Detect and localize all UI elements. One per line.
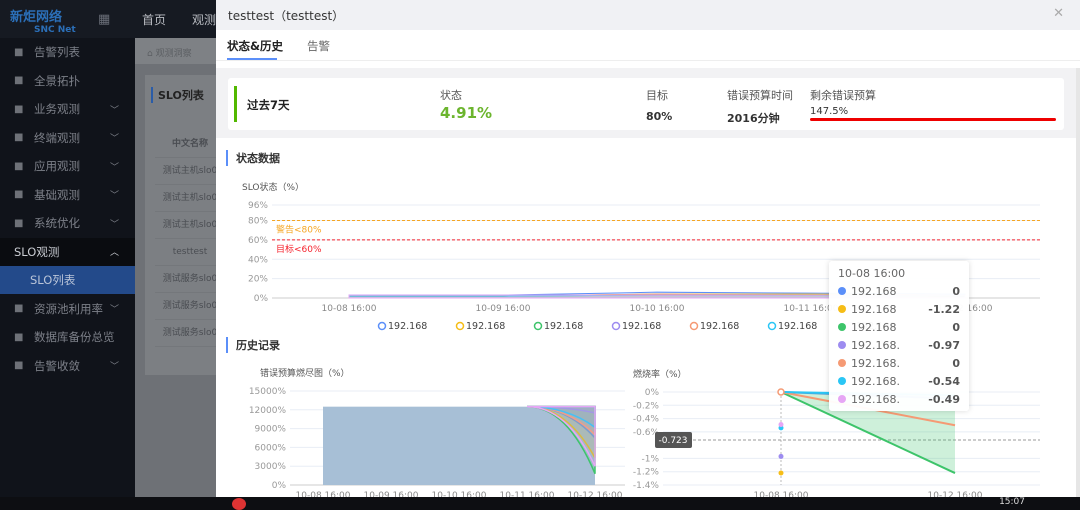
x-tick-label: 10-09 16:00 xyxy=(476,304,531,314)
tooltip-series-name: 192.168. xyxy=(851,356,900,370)
tooltip-value: -1.22 xyxy=(928,302,960,316)
y-tick-label: 12000% xyxy=(249,406,287,416)
series-dot-icon xyxy=(838,395,846,403)
legend-marker-icon xyxy=(533,321,543,331)
y-tick-label: 15000% xyxy=(249,387,287,397)
y-tick-label: 80% xyxy=(248,217,268,227)
x-tick-label: 10-08 16:00 xyxy=(322,304,377,314)
series-dot-icon xyxy=(838,359,846,367)
tooltip-series-name: 192.168. xyxy=(851,338,900,352)
charts-layer: SLO状态（%） 0% 20% 40% 60% 80% 96% 10-08 16:00 10-0… xyxy=(242,181,1040,497)
legend-marker-icon xyxy=(377,321,387,331)
burn-area xyxy=(323,406,595,485)
legend-marker-icon xyxy=(455,321,465,331)
legend-label: 192.168 xyxy=(544,321,583,332)
tooltip-title: 10-08 16:00 xyxy=(838,267,906,280)
tooltip-value: -0.54 xyxy=(928,374,960,388)
tooltip-row: 192.168. -0.97 xyxy=(838,336,960,354)
tooltip-series-name: 192.168 xyxy=(851,284,897,298)
threshold-label: 目标<60% xyxy=(276,243,322,255)
legend-label: 192.168 xyxy=(622,321,661,332)
series-point xyxy=(778,470,784,476)
tooltip-value: 0 xyxy=(952,284,960,298)
y-tick-label: 9000% xyxy=(255,425,287,435)
tooltip-series-name: 192.168. xyxy=(851,392,900,406)
series-point xyxy=(778,422,784,428)
series-dot-icon xyxy=(838,341,846,349)
tooltip-value: -0.97 xyxy=(928,338,960,352)
x-tick-label: 10-10 16:00 xyxy=(630,304,685,314)
y-tick-label: 60% xyxy=(248,236,268,246)
tooltip-row: 192.168 0 xyxy=(838,282,960,300)
series-dot-icon xyxy=(838,323,846,331)
legend-marker-icon xyxy=(689,321,699,331)
tooltip-row: 192.168. -0.54 xyxy=(838,372,960,390)
y-tick-label: -0.2% xyxy=(633,401,660,411)
y-tick-label: 3000% xyxy=(255,462,287,472)
legend-marker-icon xyxy=(611,321,621,331)
tooltip-row: 192.168 0 xyxy=(838,318,960,336)
chart-ylabel: SLO状态（%） xyxy=(242,181,304,193)
taskbar: 15:07 xyxy=(0,497,1080,510)
y-tick-label: 96% xyxy=(248,201,268,211)
legend-label: 192.168 xyxy=(700,321,739,332)
crosshair-label: -0.723 xyxy=(658,436,687,446)
legend-marker-icon xyxy=(767,321,777,331)
browser-icon[interactable] xyxy=(232,498,246,510)
series-point xyxy=(777,388,785,396)
series-dot-icon xyxy=(838,305,846,313)
tooltip-series-name: 192.168 xyxy=(851,302,897,316)
y-tick-label: -1% xyxy=(641,454,659,464)
tooltip-value: 0 xyxy=(952,320,960,334)
clock: 15:07 xyxy=(999,497,1025,507)
tooltip-series-name: 192.168. xyxy=(851,374,900,388)
tooltip-value: -0.49 xyxy=(928,392,960,406)
chart-ylabel: 燃烧率（%） xyxy=(633,368,687,380)
y-tick-label: 40% xyxy=(248,255,268,265)
y-tick-label: 20% xyxy=(248,275,268,285)
tooltip-row: 192.168 -1.22 xyxy=(838,300,960,318)
legend-label: 192.168 xyxy=(466,321,505,332)
tooltip-series-name: 192.168 xyxy=(851,320,897,334)
tooltip-row: 192.168. -0.49 xyxy=(838,390,960,408)
y-tick-label: 0% xyxy=(272,481,287,491)
series-point xyxy=(778,453,784,459)
tooltip-row: 192.168. 0 xyxy=(838,354,960,372)
threshold-label: 警告<80% xyxy=(276,224,322,236)
legend-label: 192.168 xyxy=(778,321,817,332)
y-tick-label: 0% xyxy=(645,388,660,398)
legend-label: 192.168 xyxy=(388,321,427,332)
y-tick-label: 6000% xyxy=(255,443,287,453)
y-tick-label: 0% xyxy=(254,294,269,304)
y-tick-label: -1.2% xyxy=(633,468,660,478)
chart-tooltip: 10-08 16:00 192.168 0 192.168 -1.22 192.168 0… xyxy=(829,261,969,411)
y-tick-label: -0.4% xyxy=(633,415,660,425)
series-dot-icon xyxy=(838,377,846,385)
series-dot-icon xyxy=(838,287,846,295)
tooltip-value: 0 xyxy=(952,356,960,370)
chart-ylabel: 错误预算燃尽图（%） xyxy=(260,367,350,379)
y-tick-label: -1.4% xyxy=(633,481,660,491)
